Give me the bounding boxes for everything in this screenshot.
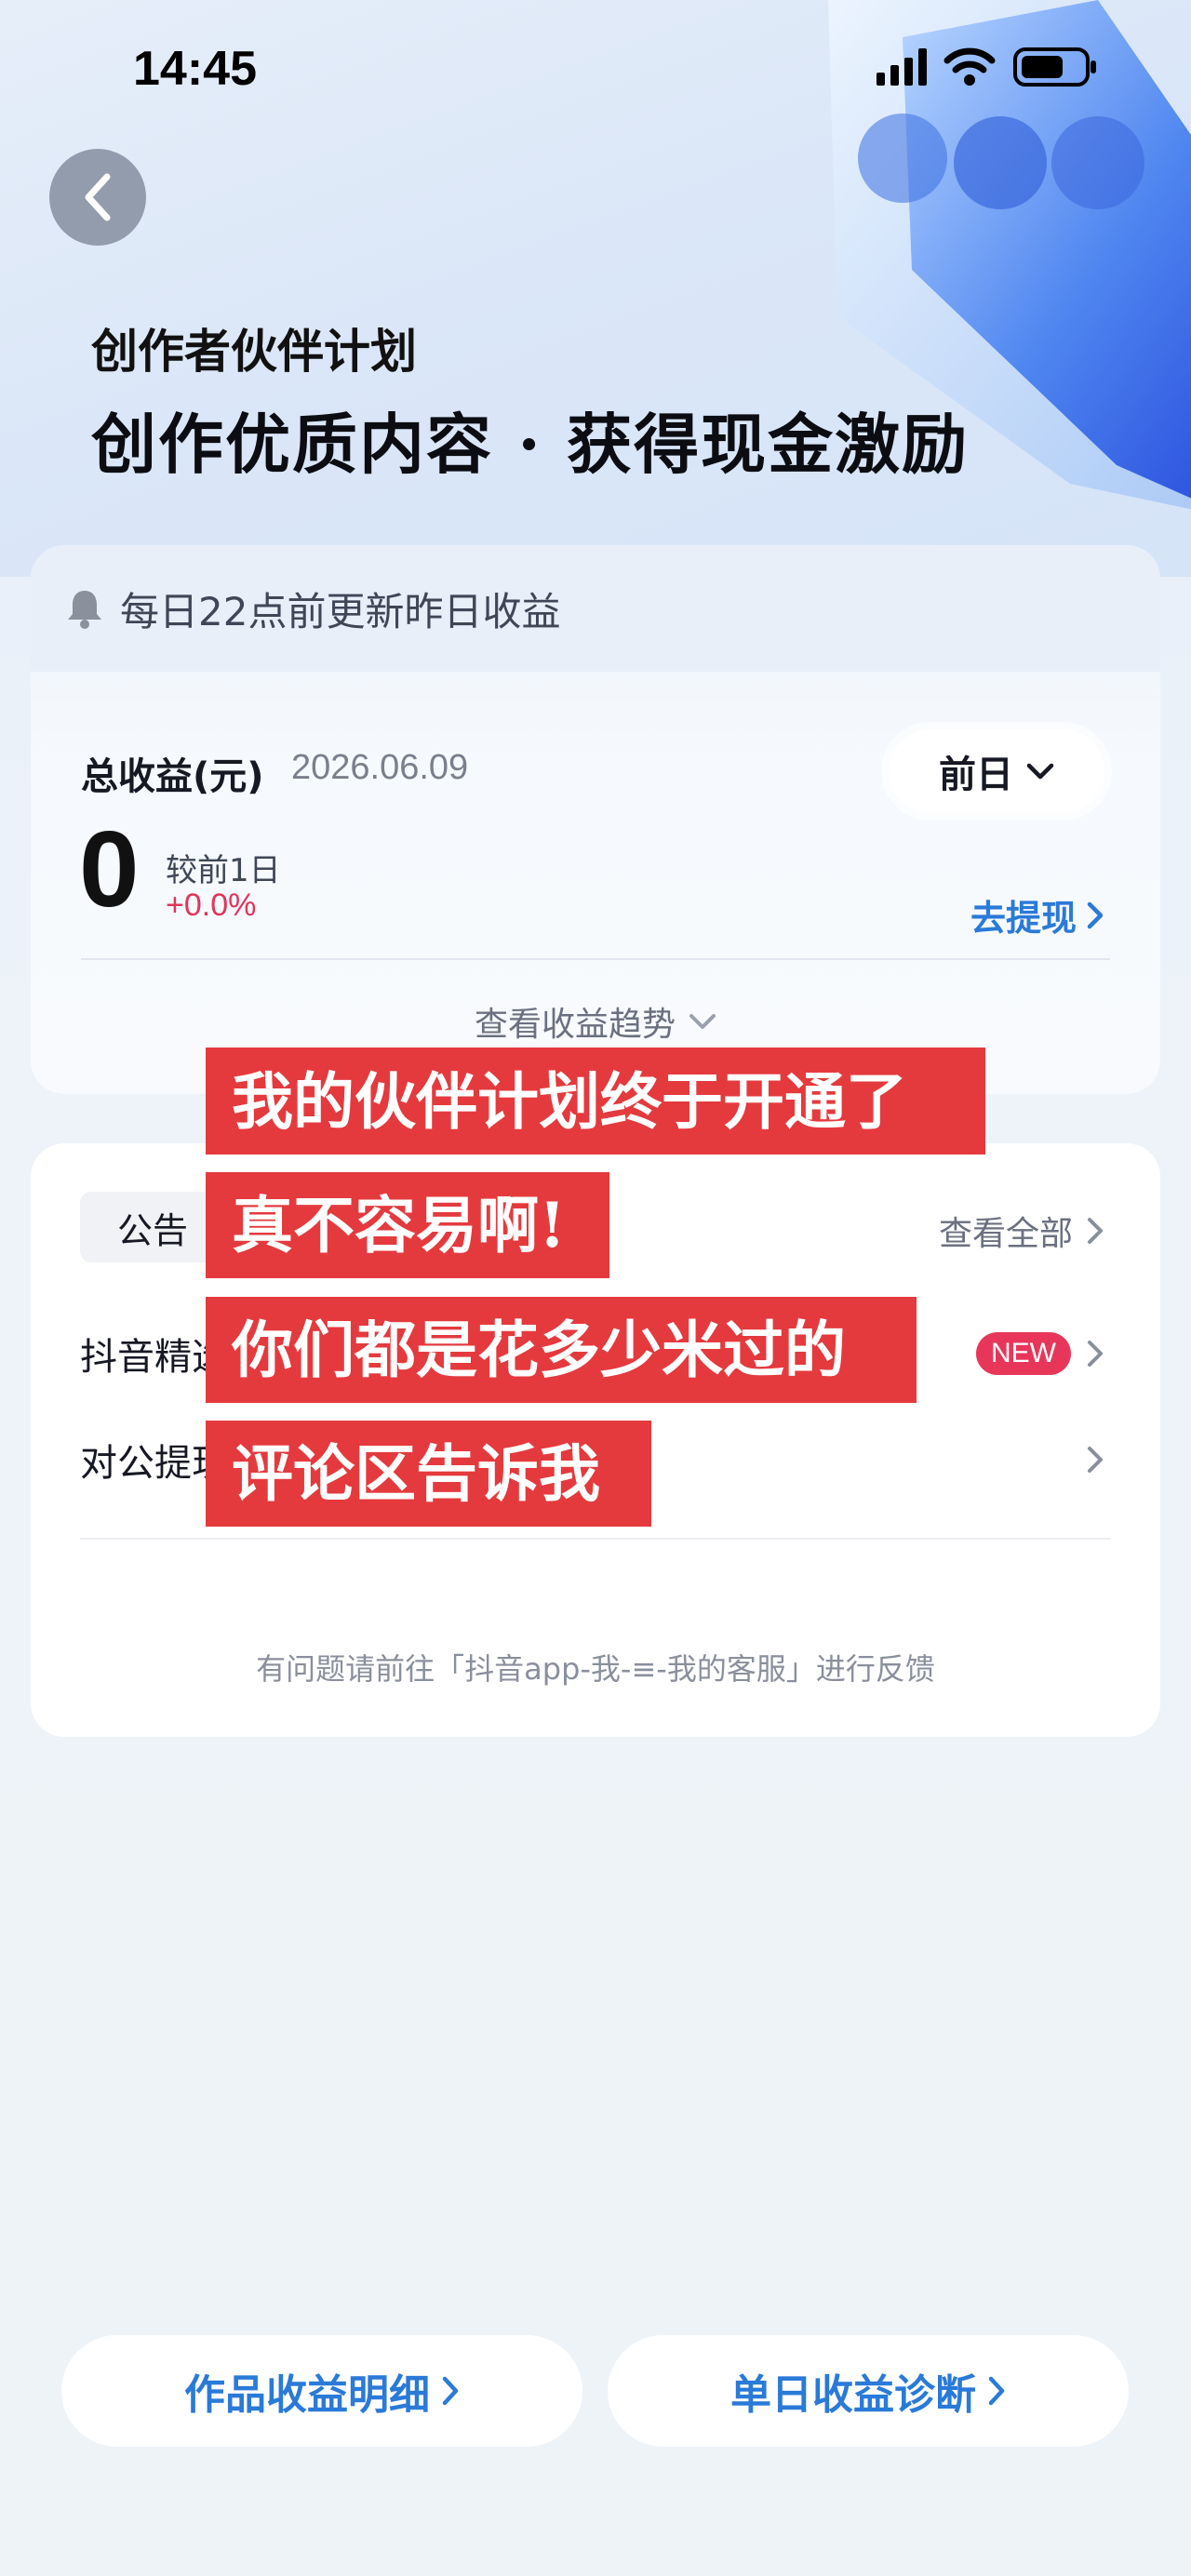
chevron-down-icon <box>689 1014 716 1029</box>
period-selected-label: 前日 <box>939 754 1013 796</box>
divider <box>80 1538 1111 1540</box>
caption-text: 我的伙伴计划终于开通了 <box>232 1064 907 1138</box>
new-badge: NEW <box>976 1332 1071 1375</box>
earnings-date: 2026.06.09 <box>291 748 469 787</box>
hero-subtitle: 创作者伙伴计划 <box>91 324 417 379</box>
compare-value: +0.0% <box>166 888 257 923</box>
period-selector[interactable]: 前日 <box>889 729 1104 813</box>
caption-text: 真不容易啊! <box>232 1189 566 1261</box>
bell-icon <box>68 591 101 629</box>
update-notice: 每日22点前更新昨日收益 <box>31 545 1160 672</box>
caption-text: 评论区告诉我 <box>232 1437 600 1510</box>
back-button[interactable] <box>49 149 146 246</box>
wifi-icon <box>943 47 996 86</box>
total-earnings-value: 0 <box>79 808 140 929</box>
withdraw-link[interactable]: 去提现 <box>970 889 1104 941</box>
see-all-label: 查看全部 <box>938 1215 1073 1253</box>
earnings-trend-toggle[interactable]: 查看收益趋势 <box>31 997 1160 1046</box>
feedback-note: 有问题请前往「抖音app-我-≡-我的客服」进行反馈 <box>256 1651 935 1687</box>
caption-overlay: 你们都是花多少米过的 <box>206 1297 917 1403</box>
works-earnings-detail-button[interactable]: 作品收益明细 <box>61 2335 582 2447</box>
announcement-tag: 公告 <box>80 1192 220 1262</box>
signal-icon <box>877 48 927 86</box>
daily-earnings-diagnosis-label: 单日收益诊断 <box>730 2371 976 2419</box>
works-earnings-detail-label: 作品收益明细 <box>184 2371 430 2419</box>
trend-label: 查看收益趋势 <box>474 1006 676 1044</box>
chevron-right-icon <box>1088 1218 1103 1244</box>
total-earnings-label: 总收益(元) <box>81 755 264 798</box>
hero-title: 创作优质内容 · 获得现金激励 <box>91 406 970 483</box>
chevron-right-icon <box>988 2376 1005 2406</box>
caption-overlay: 真不容易啊! <box>206 1172 609 1278</box>
caption-overlay: 我的伙伴计划终于开通了 <box>206 1048 985 1155</box>
chevron-right-icon <box>1087 901 1104 928</box>
status-time: 14:45 <box>133 42 257 96</box>
chevron-down-icon <box>1026 763 1054 780</box>
compare-label: 较前1日 <box>166 852 281 889</box>
withdraw-label: 去提现 <box>970 898 1077 939</box>
caption-text: 你们都是花多少米过的 <box>232 1314 846 1386</box>
chevron-left-icon <box>85 173 111 221</box>
status-icons <box>877 47 1098 87</box>
earnings-card: 每日22点前更新昨日收益 总收益(元) 2026.06.09 前日 0 较前1日… <box>31 545 1160 1094</box>
caption-overlay: 评论区告诉我 <box>206 1421 651 1527</box>
battery-icon <box>1013 47 1096 87</box>
chevron-right-icon <box>1088 1341 1103 1367</box>
chevron-right-icon <box>1088 1447 1103 1473</box>
chevron-right-icon <box>442 2376 459 2406</box>
see-all-link[interactable]: 查看全部 <box>939 1207 1104 1255</box>
divider <box>81 958 1110 960</box>
daily-earnings-diagnosis-button[interactable]: 单日收益诊断 <box>608 2335 1129 2447</box>
update-notice-text: 每日22点前更新昨日收益 <box>120 588 561 634</box>
